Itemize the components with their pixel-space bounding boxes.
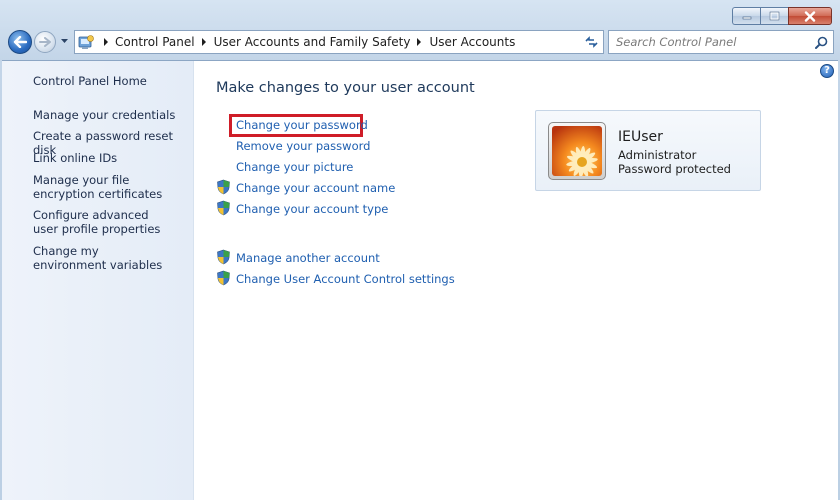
uac-shield-icon (217, 200, 230, 216)
breadcrumb-separator-icon[interactable] (102, 38, 112, 46)
change-account-name-link[interactable]: Change your account name (236, 181, 395, 195)
remove-password-link[interactable]: Remove your password (236, 139, 370, 153)
sidebar-item-file-encryption[interactable]: Manage your file encryption certificates (33, 173, 183, 201)
sidebar-item-advanced-profile[interactable]: Configure advanced user profile properti… (33, 208, 171, 236)
breadcrumb-user-accounts[interactable]: User Accounts (429, 35, 515, 49)
uac-settings-link[interactable]: Change User Account Control settings (236, 272, 455, 286)
address-bar[interactable]: Control Panel User Accounts and Family S… (74, 30, 604, 54)
user-role: Administrator (618, 148, 697, 162)
page-title: Make changes to your user account (216, 80, 475, 96)
minimize-icon (742, 16, 751, 20)
back-button[interactable] (8, 30, 32, 54)
help-button[interactable]: ? (820, 64, 834, 78)
uac-shield-icon (217, 270, 230, 286)
close-button[interactable] (788, 7, 832, 25)
breadcrumb-user-accounts-family-safety[interactable]: User Accounts and Family Safety (214, 35, 411, 49)
control-panel-icon (78, 35, 94, 49)
explorer-window: Control Panel User Accounts and Family S… (0, 0, 840, 500)
manage-another-account-link[interactable]: Manage another account (236, 251, 380, 265)
uac-shield-icon (217, 179, 230, 195)
task-sidebar: Control Panel Home Manage your credentia… (2, 61, 194, 500)
breadcrumb-separator-icon[interactable] (416, 38, 422, 46)
sidebar-item-environment-variables[interactable]: Change my environment variables (33, 244, 168, 272)
navigation-bar: Control Panel User Accounts and Family S… (0, 30, 840, 54)
arrow-left-icon (13, 36, 27, 48)
flower-picture-icon (552, 126, 602, 176)
forward-button[interactable] (34, 31, 56, 53)
avatar (548, 122, 606, 180)
content-area: Control Panel Home Manage your credentia… (2, 60, 838, 500)
user-name: IEUser (618, 129, 663, 145)
breadcrumb-control-panel[interactable]: Control Panel (115, 35, 195, 49)
refresh-button[interactable] (580, 30, 604, 54)
breadcrumb: Control Panel User Accounts and Family S… (115, 35, 515, 49)
sidebar-item-link-online-ids[interactable]: Link online IDs (33, 151, 117, 165)
sidebar-control-panel-home[interactable]: Control Panel Home (33, 74, 147, 88)
breadcrumb-separator-icon[interactable] (201, 38, 207, 46)
recent-pages-chevron-icon[interactable] (60, 38, 69, 44)
close-icon (804, 10, 816, 22)
user-password-status: Password protected (618, 162, 731, 176)
search-icon[interactable] (815, 36, 828, 49)
arrow-right-icon (39, 37, 51, 47)
caption-buttons (732, 7, 832, 25)
minimize-button[interactable] (732, 7, 760, 25)
user-account-card: IEUser Administrator Password protected (535, 110, 761, 191)
change-account-type-link[interactable]: Change your account type (236, 202, 388, 216)
change-password-link[interactable]: Change your password (236, 118, 368, 132)
maximize-icon (769, 11, 780, 21)
search-box (608, 30, 834, 54)
change-picture-link[interactable]: Change your picture (236, 160, 353, 174)
search-input[interactable] (616, 35, 806, 49)
maximize-button[interactable] (760, 7, 788, 25)
sidebar-item-manage-credentials[interactable]: Manage your credentials (33, 108, 175, 122)
uac-shield-icon (217, 249, 230, 265)
refresh-icon (585, 36, 598, 48)
